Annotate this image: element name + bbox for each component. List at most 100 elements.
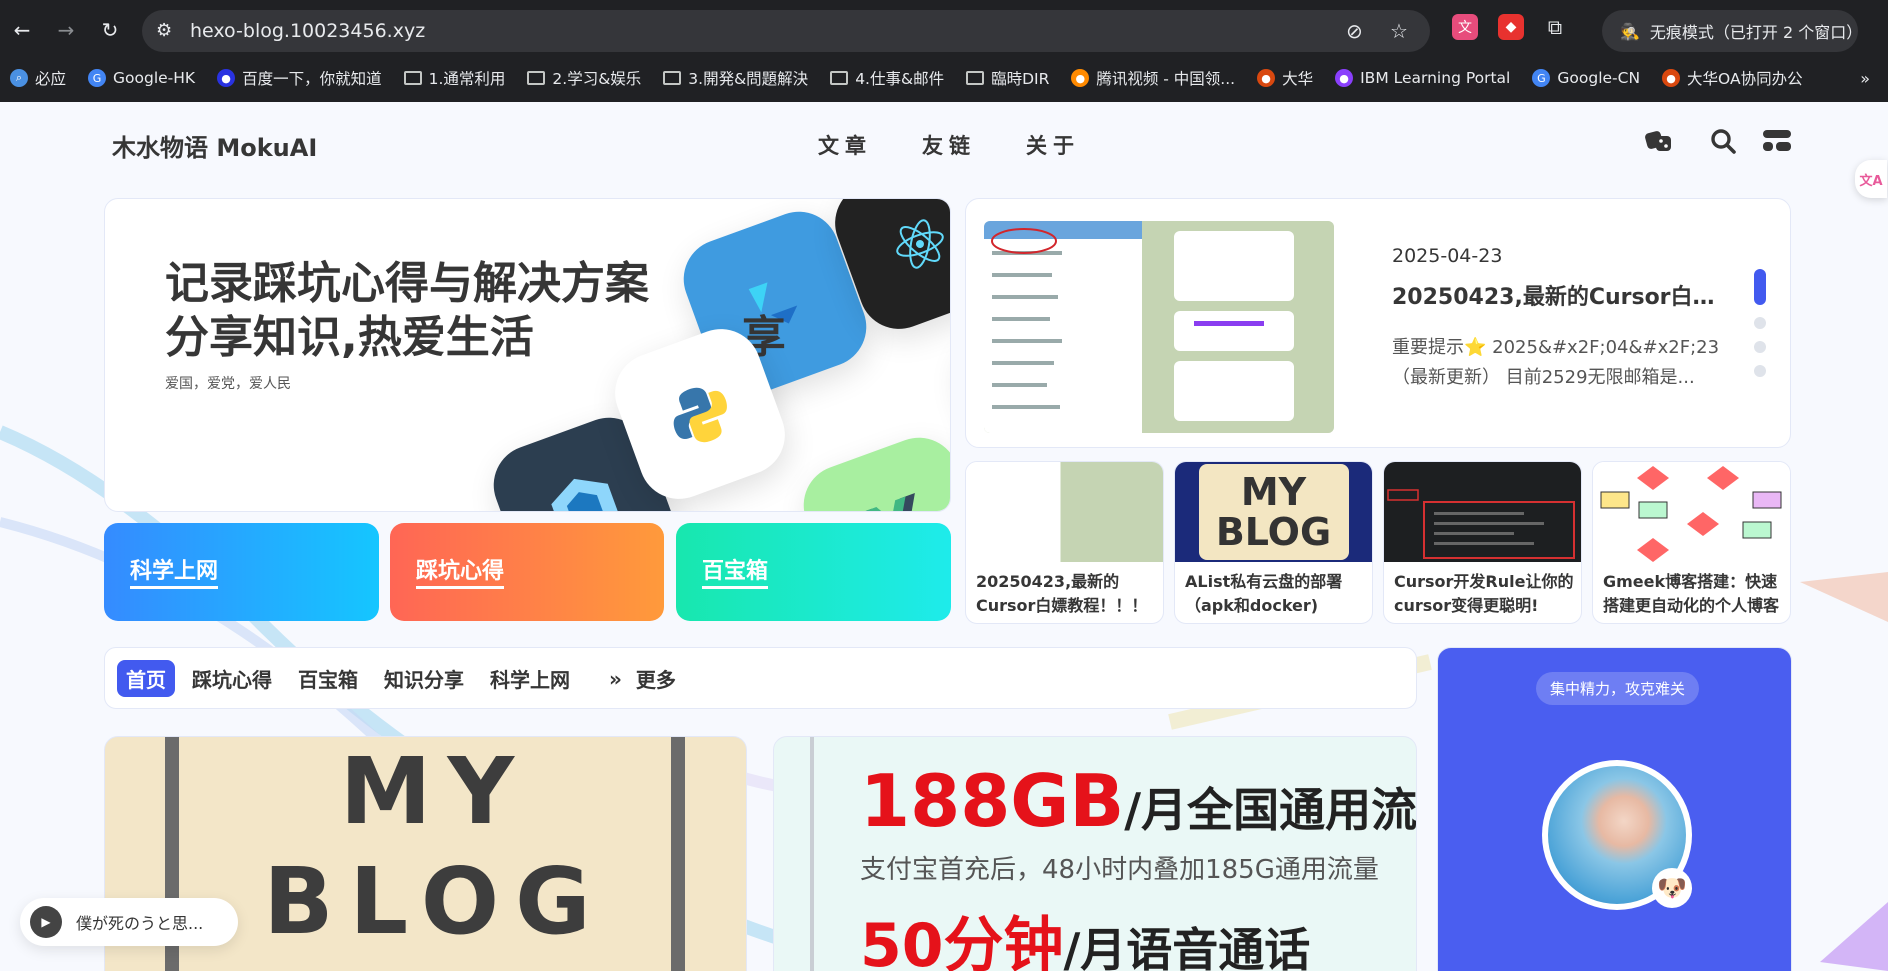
bookmark-item[interactable]: ● 百度一下，你就知道: [217, 67, 382, 89]
url-text[interactable]: hexo-blog.10023456.xyz: [190, 20, 425, 42]
mini-post-thumbnail: MY BLOG: [1175, 462, 1372, 562]
extensions-puzzle-icon[interactable]: ⧉: [1542, 14, 1568, 40]
bookmark-label: 3.開発&問題解決: [688, 70, 809, 88]
translate-extension-icon[interactable]: 文: [1452, 14, 1478, 40]
bookmark-item[interactable]: 2.学习&娱乐: [527, 67, 641, 89]
tab-home[interactable]: 首页: [117, 660, 175, 697]
folder-icon: [966, 69, 985, 87]
site-header: 木水物语 MokuAI 文章 友链 关于: [0, 102, 1888, 182]
random-post-dice-icon[interactable]: [1644, 126, 1674, 156]
mini-post-card[interactable]: 20250423,最新的Cursor白嫖教程！！！: [965, 461, 1164, 624]
carousel-dot[interactable]: [1754, 317, 1766, 329]
bookmark-item[interactable]: 臨時DIR: [966, 67, 1049, 89]
tab-science-internet[interactable]: 科学上网: [481, 660, 579, 697]
bookmark-item[interactable]: 4.仕事&邮件: [830, 67, 944, 89]
bookmark-label: 必应: [35, 70, 67, 88]
music-title: 僕が死のうと思...: [76, 914, 204, 933]
bookmark-star-icon[interactable]: ☆: [1390, 19, 1408, 43]
bookmark-label: 4.仕事&邮件: [855, 70, 945, 88]
category-label: 踩坑心得: [416, 559, 505, 589]
mini-post-thumbnail: [966, 462, 1163, 562]
console-menu-icon[interactable]: [1762, 126, 1792, 156]
my-blog-logo-icon: MY BLOG: [1198, 464, 1349, 560]
vue-tile-icon: [792, 426, 950, 511]
hero-banner[interactable]: 记录踩坑心得与解决方案 分享知识,热爱生活享 爱国，爱党，爱人民: [104, 198, 951, 512]
bookmark-item[interactable]: ● 大华OA协同办公: [1662, 67, 1803, 89]
bookmark-item[interactable]: ● 大华: [1257, 67, 1313, 89]
site-brand[interactable]: 木水物语 MokuAI: [112, 128, 317, 163]
ad-voice-label: /月语音通话: [1063, 923, 1311, 971]
reload-button[interactable]: ↻: [94, 14, 126, 46]
bookmark-label: IBM Learning Portal: [1360, 69, 1511, 87]
bookmark-item[interactable]: ⌕ 必应: [10, 67, 66, 89]
google-icon: G: [1532, 69, 1551, 87]
red-extension-icon[interactable]: ◆: [1498, 14, 1524, 40]
menu-item-articles[interactable]: 文章: [818, 130, 872, 160]
dahua-oa-icon: ●: [1662, 69, 1681, 87]
hero-title-line1: 记录踩坑心得与解决方案: [165, 258, 649, 309]
bookmark-item[interactable]: 3.開発&問題解決: [663, 67, 808, 89]
music-player[interactable]: ▶ 僕が死のうと思...: [20, 898, 238, 946]
main-menu: 文章 友链 关于: [818, 130, 1080, 160]
bookmarks-overflow-icon[interactable]: »: [1860, 69, 1870, 88]
dahua-icon: ●: [1257, 69, 1276, 87]
bookmark-label: 1.通常利用: [428, 70, 506, 88]
bookmark-item[interactable]: 1.通常利用: [403, 67, 506, 89]
mini-post-card[interactable]: MY BLOG AList私有云盘的部署（apk和docker): [1174, 461, 1373, 624]
ad-divider: [810, 737, 814, 971]
music-disc-icon[interactable]: ▶: [30, 906, 62, 938]
incognito-icon: 🕵: [1620, 21, 1640, 41]
hero-subtitle: 爱国，爱党，爱人民: [165, 376, 291, 392]
author-profile-card: 集中精力，攻克难关 🐶: [1437, 647, 1792, 971]
bookmark-item[interactable]: ● IBM Learning Portal: [1335, 69, 1510, 87]
post-card-ad[interactable]: 188GB/月全国通用流量 支付宝首充后，48小时内叠加185G通用流量 50分…: [773, 736, 1417, 971]
eye-off-icon[interactable]: ⊘: [1346, 19, 1363, 43]
shiba-emoji-icon: 🐶: [1652, 868, 1692, 908]
incognito-indicator[interactable]: 🕵 无痕模式（已打开 2 个窗口）: [1602, 10, 1863, 52]
category-label: 科学上网: [130, 559, 219, 589]
ad-line3: 50分钟/月语音通话: [860, 897, 1310, 971]
category-pitfalls[interactable]: 踩坑心得: [390, 523, 664, 621]
baidu-icon: ●: [217, 69, 236, 87]
mini-post-title: 20250423,最新的Cursor白嫖教程！！！: [976, 572, 1148, 615]
mini-post-card[interactable]: Gmeek博客搭建：快速搭建更自动化的个人博客: [1592, 461, 1791, 624]
tab-pitfalls[interactable]: 踩坑心得: [183, 660, 281, 697]
featured-post-date: 2025-04-23: [1392, 245, 1503, 267]
featured-post-title[interactable]: 20250423,最新的Cursor白嫖教程！！！: [1392, 279, 1732, 311]
bookmark-label: Google-HK: [113, 69, 196, 87]
bookmark-item[interactable]: ● 腾讯视频 - 中国领...: [1071, 67, 1235, 89]
carousel-dot[interactable]: [1754, 365, 1766, 377]
featured-post-excerpt-line2: （最新更新） 目前2529无限邮箱是...: [1392, 367, 1695, 388]
bookmark-label: 大华OA协同办公: [1687, 70, 1803, 88]
carousel-dot[interactable]: [1754, 269, 1766, 305]
profile-motto-badge: 集中精力，攻克难关: [1536, 672, 1700, 705]
menu-item-about[interactable]: 关于: [1026, 130, 1080, 160]
bookmark-label: 大华: [1282, 70, 1314, 88]
site-info-icon[interactable]: ⚙: [156, 20, 172, 41]
bookmark-label: 臨時DIR: [991, 70, 1050, 88]
tab-knowledge[interactable]: 知识分享: [375, 660, 473, 697]
incognito-label: 无痕模式（已打开 2 个窗口）: [1649, 23, 1863, 42]
more-categories-button[interactable]: » 更多: [609, 664, 676, 693]
back-button[interactable]: ←: [6, 14, 38, 46]
carousel-dot[interactable]: [1754, 341, 1766, 353]
menu-item-links[interactable]: 友链: [922, 130, 976, 160]
mini-post-card[interactable]: Cursor开发Rule让你的cursor变得更聪明!: [1383, 461, 1582, 624]
featured-post-card[interactable]: 2025-04-23 20250423,最新的Cursor白嫖教程！！！ 重要提…: [965, 198, 1791, 448]
bookmark-label: Google-CN: [1557, 69, 1641, 87]
bookmark-label: 腾讯视频 - 中国领...: [1096, 70, 1236, 88]
browser-toolbar: ← → ↻ ⚙ hexo-blog.10023456.xyz ⊘ ☆ 文 ◆ ⧉…: [0, 0, 1888, 60]
search-icon[interactable]: [1708, 126, 1738, 156]
address-bar[interactable]: ⚙ hexo-blog.10023456.xyz ⊘ ☆: [142, 10, 1430, 52]
double-chevron-right-icon: »: [609, 666, 622, 691]
featured-post-excerpt-line1: 重要提示⭐ 2025&#x2F;04&#x2F;23: [1392, 337, 1720, 358]
translate-float-button[interactable]: 文A: [1855, 160, 1887, 198]
bookmark-item[interactable]: G Google-CN: [1532, 69, 1640, 87]
folder-icon: [663, 69, 682, 87]
category-toolbox[interactable]: 百宝箱: [676, 523, 951, 621]
category-science-internet[interactable]: 科学上网: [104, 523, 379, 621]
blog-cover-text: MY BLOG: [263, 738, 607, 955]
tab-toolbox[interactable]: 百宝箱: [289, 660, 367, 697]
forward-button[interactable]: →: [50, 14, 82, 46]
bookmark-item[interactable]: G Google-HK: [88, 69, 195, 87]
